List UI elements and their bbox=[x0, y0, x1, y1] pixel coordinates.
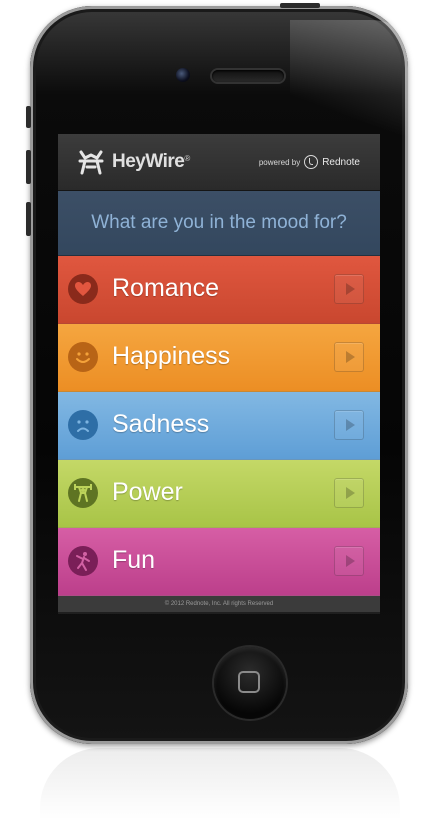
sleep-button bbox=[280, 3, 320, 8]
mood-row-fun[interactable]: Fun bbox=[58, 528, 380, 596]
play-icon bbox=[346, 351, 355, 363]
front-camera bbox=[176, 68, 190, 82]
mood-row-happiness[interactable]: Happiness bbox=[58, 324, 380, 392]
play-button-happiness[interactable] bbox=[334, 342, 364, 372]
copyright-footer: © 2012 Rednote, Inc. All rights Reserved bbox=[58, 596, 380, 612]
powered-by: powered by Rednote bbox=[259, 155, 360, 169]
home-square-icon bbox=[238, 671, 260, 693]
play-button-romance[interactable] bbox=[334, 274, 364, 304]
heywire-logo-icon bbox=[78, 150, 104, 175]
earpiece-speaker bbox=[212, 70, 284, 82]
home-button[interactable] bbox=[214, 647, 286, 719]
mood-label: Power bbox=[112, 478, 183, 506]
play-button-fun[interactable] bbox=[334, 546, 364, 576]
mood-label: Fun bbox=[112, 546, 156, 574]
rednote-note-icon bbox=[304, 155, 319, 169]
play-button-sadness[interactable] bbox=[334, 410, 364, 440]
mood-label: Sadness bbox=[112, 410, 210, 438]
sad-face-icon bbox=[68, 410, 98, 440]
volume-up-button bbox=[26, 150, 31, 184]
powered-by-label: powered by bbox=[258, 157, 301, 167]
heart-icon bbox=[68, 274, 98, 304]
mood-label: Happiness bbox=[112, 342, 231, 370]
smiley-icon bbox=[68, 342, 98, 372]
mood-row-power[interactable]: Power bbox=[58, 460, 380, 528]
app-screen: HeyWire ® powered by Rednote What are yo… bbox=[58, 134, 380, 614]
weightlifter-icon bbox=[68, 478, 98, 508]
play-icon bbox=[346, 487, 355, 499]
play-button-power[interactable] bbox=[334, 478, 364, 508]
play-icon bbox=[346, 555, 355, 567]
mood-label: Romance bbox=[112, 274, 219, 302]
volume-down-button bbox=[26, 202, 31, 236]
phone-reflection bbox=[40, 748, 400, 820]
partner-name: Rednote bbox=[322, 156, 360, 168]
app-header: HeyWire ® powered by Rednote bbox=[58, 134, 380, 191]
mood-row-sadness[interactable]: Sadness bbox=[58, 392, 380, 460]
heywire-logo: HeyWire ® bbox=[76, 149, 190, 175]
app-name: HeyWire bbox=[112, 151, 185, 172]
mute-switch bbox=[26, 106, 31, 128]
play-icon bbox=[346, 283, 355, 295]
mood-row-romance[interactable]: Romance bbox=[58, 256, 380, 324]
trademark-mark: ® bbox=[184, 153, 191, 163]
dancer-icon bbox=[68, 546, 98, 576]
mood-prompt: What are you in the mood for? bbox=[58, 191, 380, 256]
glass-glare bbox=[290, 20, 430, 150]
play-icon bbox=[346, 419, 355, 431]
